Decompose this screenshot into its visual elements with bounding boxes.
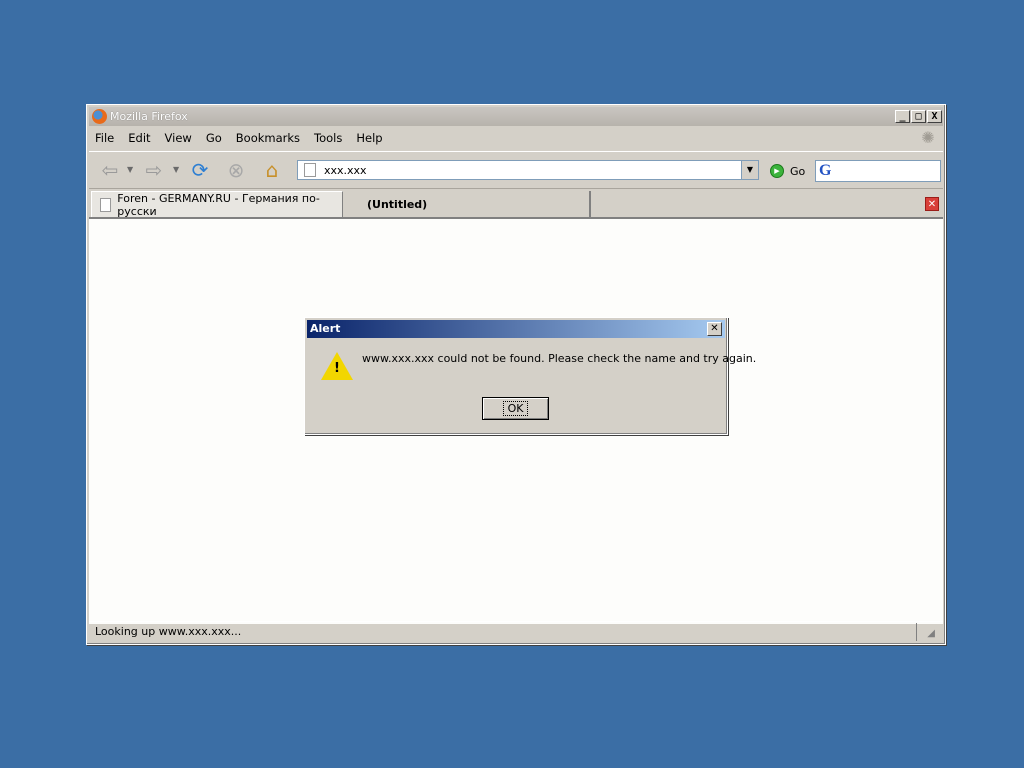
alert-titlebar[interactable]: Alert ✕ — [307, 320, 725, 338]
alert-dialog: Alert ✕ ! www.xxx.xxx could not be found… — [304, 317, 756, 435]
menu-tools[interactable]: Tools — [314, 131, 342, 145]
tab-untitled[interactable]: (Untitled) — [345, 191, 591, 217]
window-titlebar[interactable]: Mozilla Firefox _ □ X — [89, 107, 943, 126]
warning-exclamation-icon: ! — [334, 361, 340, 376]
ok-button[interactable]: OK — [482, 397, 549, 420]
status-bar: Looking up www.xxx.xxx... ◢ — [89, 621, 943, 642]
tab-label: Foren - GERMANY.RU - Германия по-русски — [117, 191, 320, 218]
menu-go[interactable]: Go — [206, 131, 222, 145]
menu-bar: File Edit View Go Bookmarks Tools Help ✺ — [89, 127, 943, 149]
url-dropdown-icon[interactable]: ▼ — [741, 161, 758, 179]
tab-foren-germany[interactable]: Foren - GERMANY.RU - Германия по-русски — [91, 191, 343, 218]
page-icon — [304, 163, 316, 177]
page-icon — [100, 197, 112, 212]
stop-icon[interactable]: ⊗ — [223, 158, 249, 182]
menu-bookmarks[interactable]: Bookmarks — [236, 131, 300, 145]
home-icon[interactable]: ⌂ — [259, 158, 285, 182]
resize-grip-icon[interactable]: ◢ — [917, 623, 935, 641]
close-tab-icon[interactable]: ✕ — [925, 197, 939, 211]
firefox-logo-icon — [92, 109, 107, 124]
minimize-button[interactable]: _ — [895, 110, 910, 123]
go-button[interactable]: ▶ Go — [770, 164, 805, 178]
menu-file[interactable]: File — [95, 131, 114, 145]
back-icon[interactable]: ⇦ — [97, 158, 123, 182]
tab-bar: Foren - GERMANY.RU - Германия по-русски … — [89, 189, 943, 218]
reload-icon[interactable]: ⟳ — [187, 158, 213, 182]
menu-help[interactable]: Help — [356, 131, 382, 145]
url-input[interactable]: xxx.xxx — [324, 164, 367, 177]
forward-icon[interactable]: ⇨ — [141, 158, 167, 182]
alert-message: www.xxx.xxx could not be found. Please c… — [362, 352, 757, 365]
menu-view[interactable]: View — [165, 131, 192, 145]
menu-edit[interactable]: Edit — [128, 131, 150, 145]
window-controls: _ □ X — [895, 110, 942, 123]
ok-label: OK — [502, 401, 529, 416]
back-dropdown-icon[interactable]: ▼ — [127, 165, 133, 174]
maximize-button[interactable]: □ — [911, 110, 926, 123]
forward-dropdown-icon[interactable]: ▼ — [173, 165, 179, 174]
alert-title: Alert — [310, 322, 341, 335]
navigation-toolbar: ⇦ ▼ ⇨ ▼ ⟳ ⊗ ⌂ xxx.xxx ▼ ▶ Go G — [89, 151, 943, 189]
tab-label: (Untitled) — [367, 197, 428, 211]
close-button[interactable]: X — [927, 110, 942, 123]
throbber-icon: ✺ — [921, 128, 935, 147]
window-title: Mozilla Firefox — [110, 110, 188, 123]
url-bar[interactable]: xxx.xxx ▼ — [297, 160, 759, 180]
google-search-engine-icon[interactable]: G — [819, 163, 835, 179]
status-text: Looking up www.xxx.xxx... — [89, 623, 917, 641]
go-label: Go — [790, 164, 806, 178]
search-input[interactable]: G — [815, 160, 941, 182]
go-arrow-icon: ▶ — [770, 164, 784, 178]
alert-close-button[interactable]: ✕ — [707, 322, 722, 336]
